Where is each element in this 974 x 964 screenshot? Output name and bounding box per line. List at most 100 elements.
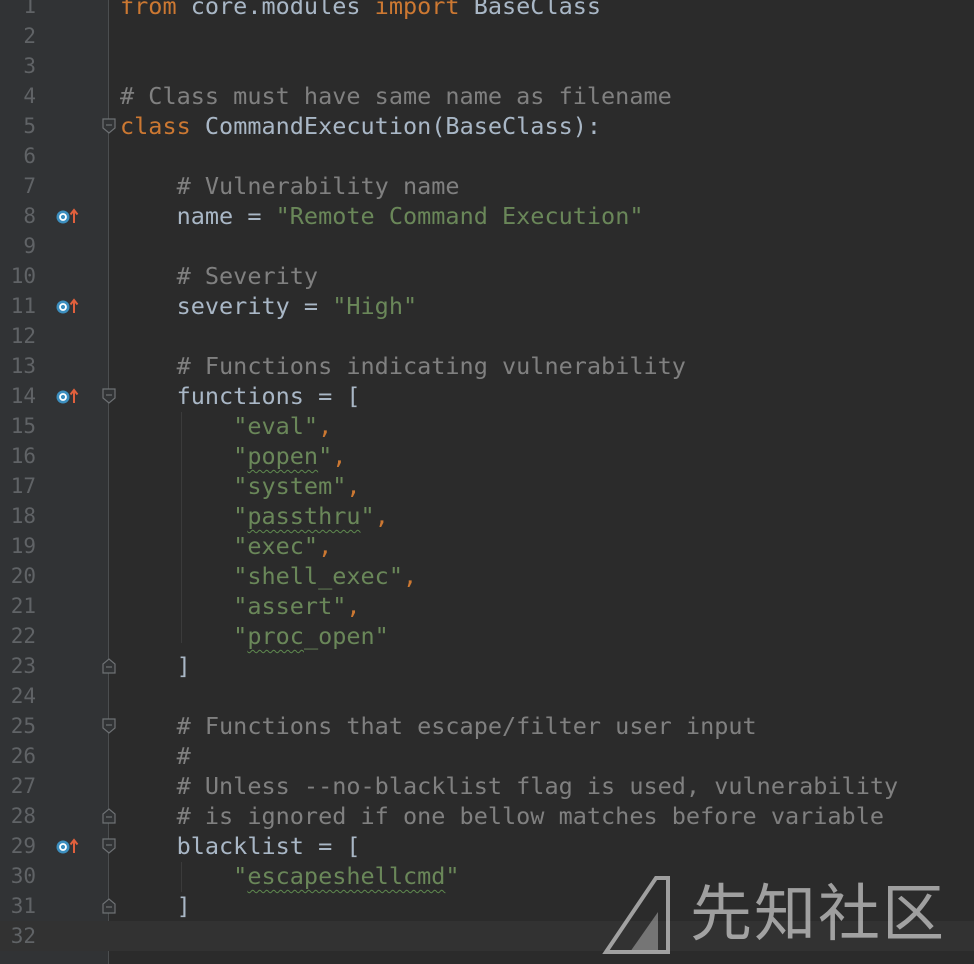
line-number[interactable]: 29 xyxy=(0,831,36,861)
code-text[interactable]: # Functions indicating vulnerability xyxy=(120,351,686,381)
code-line[interactable]: 19 "exec", xyxy=(0,531,974,561)
line-number[interactable]: 21 xyxy=(0,591,36,621)
code-text[interactable]: ] xyxy=(120,651,191,681)
line-number[interactable]: 6 xyxy=(0,141,36,171)
line-number[interactable]: 27 xyxy=(0,771,36,801)
line-number[interactable]: 32 xyxy=(0,921,36,951)
code-text[interactable]: "system", xyxy=(120,471,360,501)
code-text[interactable]: name = "Remote Command Execution" xyxy=(120,201,644,231)
code-text[interactable]: "proc_open" xyxy=(120,621,389,651)
code-lines[interactable]: 1 from core.modules import BaseClass 2 3 4 # … xyxy=(0,0,974,951)
code-line[interactable]: 7 # Vulnerability name xyxy=(0,171,974,201)
line-number[interactable]: 16 xyxy=(0,441,36,471)
code-text[interactable]: # Vulnerability name xyxy=(120,171,460,201)
code-token: " xyxy=(360,502,375,530)
fold-end-icon[interactable] xyxy=(101,807,117,825)
code-line[interactable]: 2 xyxy=(0,21,974,51)
line-number[interactable]: 30 xyxy=(0,861,36,891)
code-line[interactable]: 23 ] xyxy=(0,651,974,681)
override-method-icon[interactable] xyxy=(55,298,79,314)
line-number[interactable]: 17 xyxy=(0,471,36,501)
code-text[interactable]: ] xyxy=(120,891,191,921)
line-number[interactable]: 4 xyxy=(0,81,36,111)
code-line[interactable]: 1 from core.modules import BaseClass xyxy=(0,0,974,21)
line-number[interactable]: 14 xyxy=(0,381,36,411)
code-line[interactable]: 26 # xyxy=(0,741,974,771)
override-method-icon[interactable] xyxy=(55,388,79,404)
fold-collapse-icon[interactable] xyxy=(101,387,117,405)
override-method-icon[interactable] xyxy=(55,838,79,854)
line-number[interactable]: 3 xyxy=(0,51,36,81)
code-text[interactable]: class CommandExecution(BaseClass): xyxy=(120,111,601,141)
fold-collapse-icon[interactable] xyxy=(101,717,117,735)
code-line[interactable]: 12 xyxy=(0,321,974,351)
code-text[interactable]: "passthru", xyxy=(120,501,389,531)
line-number[interactable]: 9 xyxy=(0,231,36,261)
code-line[interactable]: 10 # Severity xyxy=(0,261,974,291)
code-text[interactable]: # Unless --no-blacklist flag is used, vu… xyxy=(120,771,899,801)
code-text[interactable]: "popen", xyxy=(120,441,346,471)
code-text[interactable]: functions = [ xyxy=(120,381,361,411)
code-line[interactable]: 24 xyxy=(0,681,974,711)
line-number[interactable]: 2 xyxy=(0,21,36,51)
code-line[interactable]: 3 xyxy=(0,51,974,81)
line-number[interactable]: 7 xyxy=(0,171,36,201)
line-number[interactable]: 12 xyxy=(0,321,36,351)
code-text[interactable]: blacklist = [ xyxy=(120,831,361,861)
code-text[interactable]: # Functions that escape/filter user inpu… xyxy=(120,711,757,741)
code-line[interactable]: 17 "system", xyxy=(0,471,974,501)
line-number[interactable]: 25 xyxy=(0,711,36,741)
code-text[interactable]: severity = "High" xyxy=(120,291,418,321)
line-number[interactable]: 20 xyxy=(0,561,36,591)
code-line[interactable]: 28 # is ignored if one bellow matches be… xyxy=(0,801,974,831)
line-number[interactable]: 11 xyxy=(0,291,36,321)
fold-end-icon[interactable] xyxy=(101,897,117,915)
override-method-icon[interactable] xyxy=(55,208,79,224)
code-text[interactable]: from core.modules import BaseClass xyxy=(120,0,601,21)
code-text[interactable]: "assert", xyxy=(120,591,360,621)
line-number[interactable]: 8 xyxy=(0,201,36,231)
code-line[interactable]: 11 severity = "High" xyxy=(0,291,974,321)
code-line[interactable]: 29 blacklist = [ xyxy=(0,831,974,861)
code-line[interactable]: 22 "proc_open" xyxy=(0,621,974,651)
code-text[interactable]: # xyxy=(120,741,191,771)
code-line[interactable]: 27 # Unless --no-blacklist flag is used,… xyxy=(0,771,974,801)
line-number[interactable]: 28 xyxy=(0,801,36,831)
code-line[interactable]: 14 functions = [ xyxy=(0,381,974,411)
line-number[interactable]: 10 xyxy=(0,261,36,291)
fold-collapse-icon[interactable] xyxy=(101,117,117,135)
code-text[interactable]: "escapeshellcmd" xyxy=(120,861,459,891)
code-line[interactable]: 21 "assert", xyxy=(0,591,974,621)
code-line[interactable]: 13 # Functions indicating vulnerability xyxy=(0,351,974,381)
line-number[interactable]: 19 xyxy=(0,531,36,561)
code-line[interactable]: 5 class CommandExecution(BaseClass): xyxy=(0,111,974,141)
line-number[interactable]: 15 xyxy=(0,411,36,441)
code-editor[interactable]: 1 from core.modules import BaseClass 2 3 4 # … xyxy=(0,0,974,964)
code-line[interactable]: 4 # Class must have same name as filename xyxy=(0,81,974,111)
line-number[interactable]: 5 xyxy=(0,111,36,141)
code-line[interactable]: 15 "eval", xyxy=(0,411,974,441)
code-text[interactable]: # is ignored if one bellow matches befor… xyxy=(120,801,884,831)
line-number[interactable]: 26 xyxy=(0,741,36,771)
code-line[interactable]: 20 "shell_exec", xyxy=(0,561,974,591)
code-text[interactable]: "shell_exec", xyxy=(120,561,417,591)
line-number[interactable]: 18 xyxy=(0,501,36,531)
code-line[interactable]: 25 # Functions that escape/filter user i… xyxy=(0,711,974,741)
code-line[interactable]: 18 "passthru", xyxy=(0,501,974,531)
code-text[interactable]: "exec", xyxy=(120,531,332,561)
code-text[interactable]: # Severity xyxy=(120,261,319,291)
line-number[interactable]: 22 xyxy=(0,621,36,651)
fold-end-icon[interactable] xyxy=(101,657,117,675)
code-text[interactable]: "eval", xyxy=(120,411,332,441)
line-number[interactable]: 1 xyxy=(0,0,36,21)
code-text[interactable]: # Class must have same name as filename xyxy=(120,81,672,111)
line-number[interactable]: 23 xyxy=(0,651,36,681)
line-number[interactable]: 13 xyxy=(0,351,36,381)
line-number[interactable]: 24 xyxy=(0,681,36,711)
code-line[interactable]: 8 name = "Remote Command Execution" xyxy=(0,201,974,231)
code-line[interactable]: 9 xyxy=(0,231,974,261)
code-line[interactable]: 6 xyxy=(0,141,974,171)
code-line[interactable]: 16 "popen", xyxy=(0,441,974,471)
line-number[interactable]: 31 xyxy=(0,891,36,921)
fold-collapse-icon[interactable] xyxy=(101,837,117,855)
